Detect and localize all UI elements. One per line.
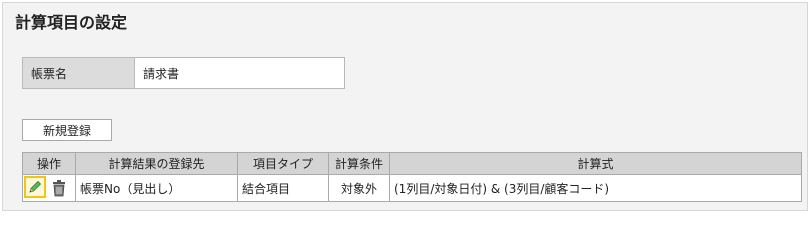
header-item-type: 項目タイプ bbox=[237, 152, 329, 175]
condition-cell: 対象外 bbox=[328, 174, 390, 202]
header-destination: 計算結果の登録先 bbox=[75, 152, 238, 175]
page-title: 計算項目の設定 bbox=[15, 13, 128, 32]
report-name-label: 帳票名 bbox=[22, 57, 135, 89]
table-row: 帳票No（見出し） 結合項目 対象外 (1列目/対象日付) & (3列目/顧客コ… bbox=[22, 174, 802, 202]
destination-cell: 帳票No（見出し） bbox=[75, 174, 238, 202]
settings-panel: 計算項目の設定 帳票名 請求書 新規登録 操作 計算結果の登録先 項目タイプ 計… bbox=[2, 2, 808, 211]
report-name-value: 請求書 bbox=[134, 57, 345, 89]
expression-cell: (1列目/対象日付) & (3列目/顧客コード) bbox=[389, 174, 802, 202]
header-operation: 操作 bbox=[22, 152, 76, 175]
delete-button[interactable] bbox=[50, 178, 68, 198]
header-expression: 計算式 bbox=[389, 152, 802, 175]
pencil-icon bbox=[29, 180, 42, 193]
operation-cell bbox=[22, 174, 76, 202]
edit-button[interactable] bbox=[24, 176, 46, 198]
trash-icon bbox=[53, 180, 65, 197]
report-name-form: 帳票名 請求書 bbox=[22, 57, 345, 89]
header-condition: 計算条件 bbox=[328, 152, 390, 175]
calc-items-table: 操作 計算結果の登録先 項目タイプ 計算条件 計算式 帳票No（見出し） 結合項… bbox=[22, 152, 802, 202]
item-type-cell: 結合項目 bbox=[237, 174, 329, 202]
new-registration-button[interactable]: 新規登録 bbox=[22, 119, 112, 141]
table-header-row: 操作 計算結果の登録先 項目タイプ 計算条件 計算式 bbox=[22, 152, 802, 175]
